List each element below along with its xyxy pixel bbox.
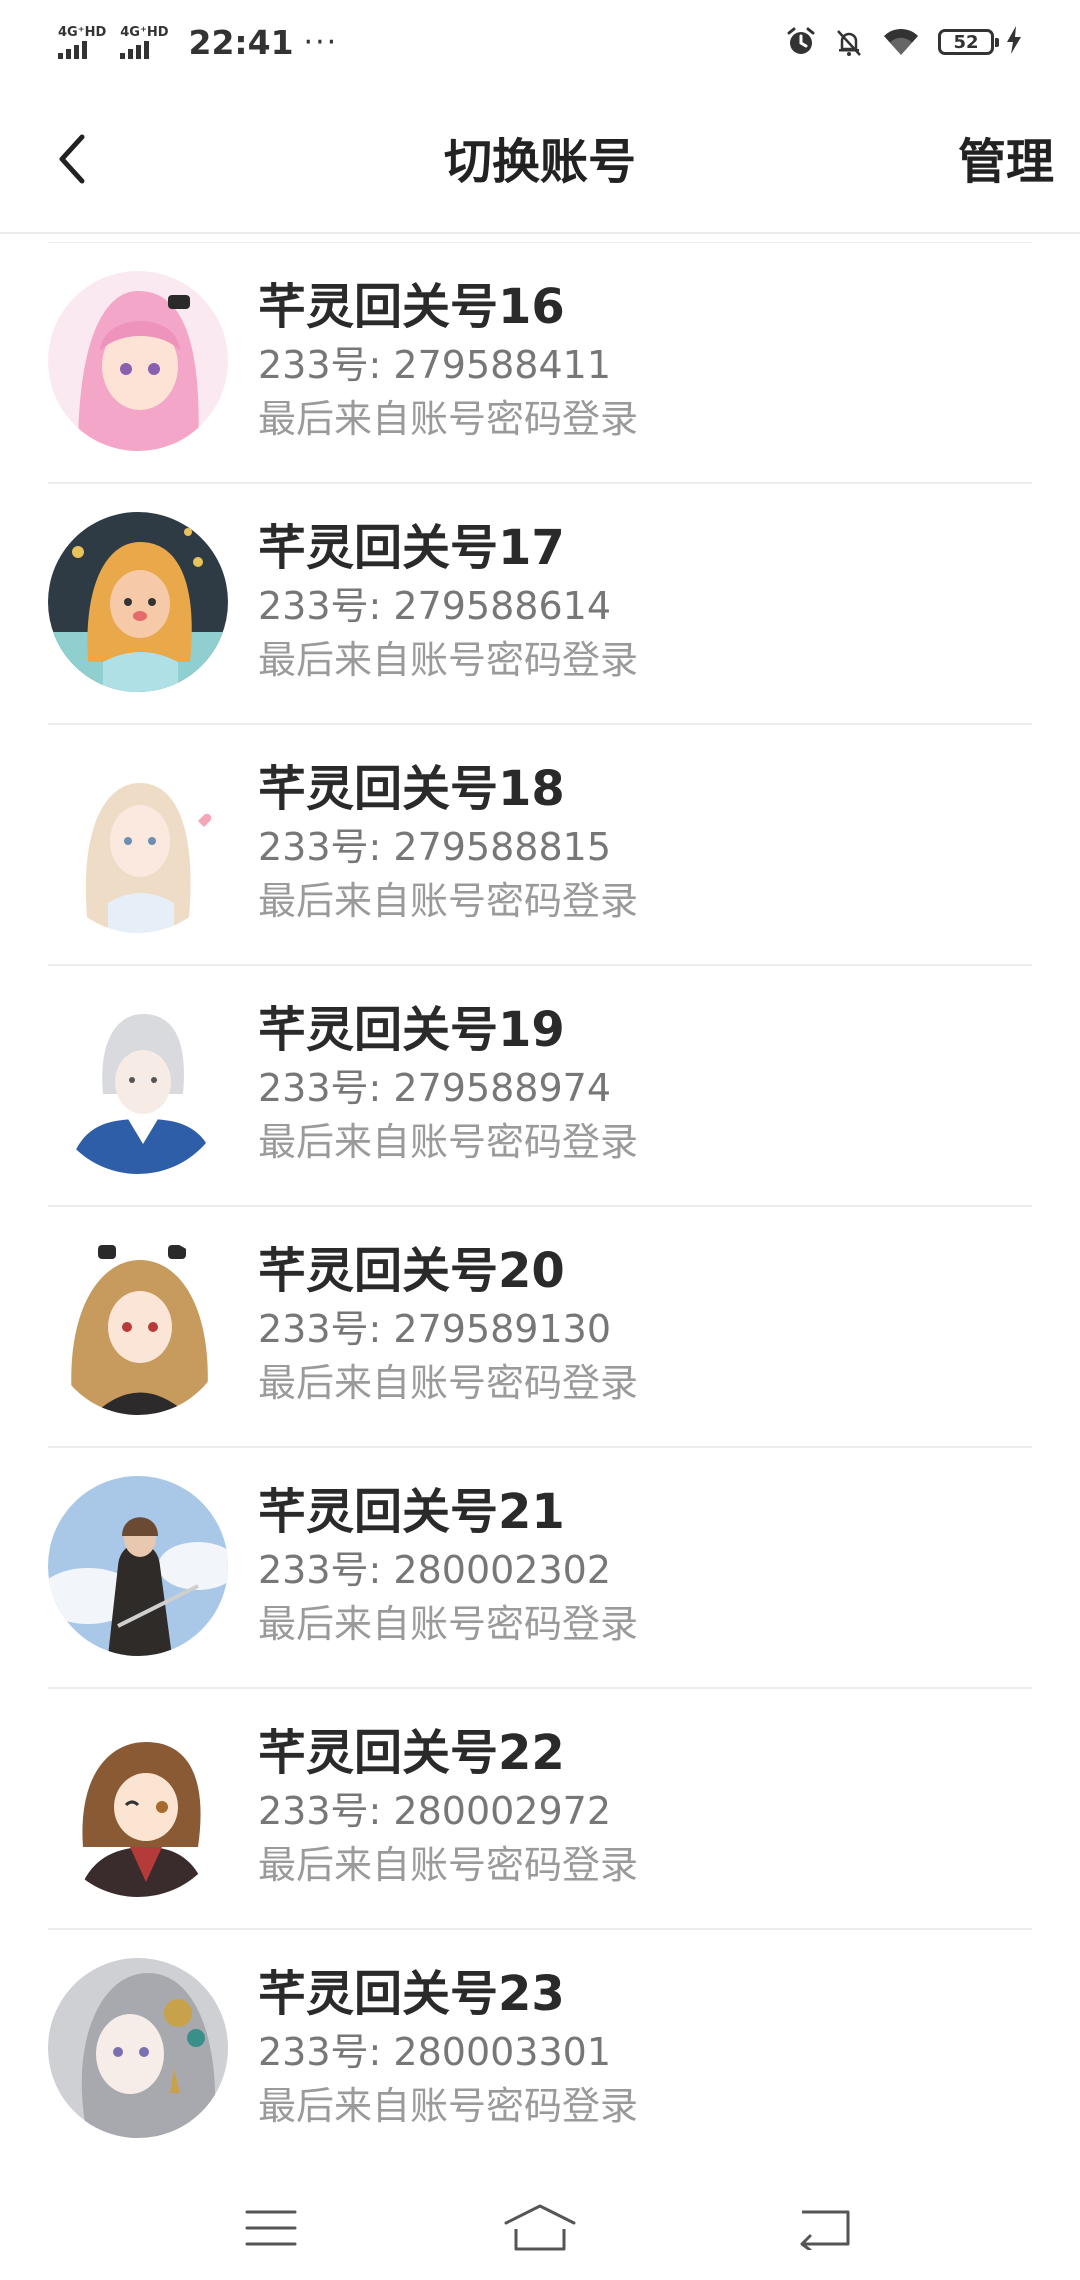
signal-icon: 4G⁺HD <box>58 26 106 59</box>
account-uid: 233号: 279588974 <box>258 1062 638 1114</box>
account-info: 芊灵回关号17 233号: 279588614 最后来自账号密码登录 <box>258 518 638 688</box>
account-uid: 233号: 279588815 <box>258 821 638 873</box>
account-name: 芊灵回关号21 <box>258 1484 565 1540</box>
mute-bell-icon <box>834 27 864 57</box>
account-uid: 233号: 279588411 <box>258 339 638 391</box>
status-bar: 4G⁺HD 4G⁺HD 22:41 ··· 52 <box>0 0 1080 84</box>
avatar <box>48 512 228 692</box>
signal-icon: 4G⁺HD <box>120 24 169 59</box>
back-nav-button[interactable] <box>784 2198 864 2258</box>
account-uid: 233号: 280003301 <box>258 2026 638 2078</box>
avatar <box>48 1476 228 1656</box>
account-row[interactable]: 芊灵回关号23 233号: 280003301 最后来自账号密码登录 <box>48 1930 1032 2171</box>
account-row[interactable]: 芊灵回关号18 233号: 279588815 最后来自账号密码登录 <box>48 725 1032 966</box>
back-icon <box>800 2210 850 2250</box>
app-header: 切换账号 管理 <box>0 84 1080 234</box>
uid-label: 233号: <box>258 1548 394 1592</box>
alarm-icon <box>786 27 816 57</box>
uid-value: 279588411 <box>393 343 612 387</box>
avatar <box>48 271 228 451</box>
uid-label: 233号: <box>258 584 394 628</box>
avatar <box>48 753 228 933</box>
uid-label: 233号: <box>258 343 394 387</box>
uid-value: 279589130 <box>393 1307 612 1351</box>
account-row[interactable]: 芊灵回关号20 233号: 279589130 最后来自账号密码登录 <box>48 1207 1032 1448</box>
account-name: 芊灵回关号23 <box>258 1966 565 2022</box>
account-name: 芊灵回关号18 <box>258 761 565 817</box>
avatar <box>48 1717 228 1897</box>
uid-value: 279588974 <box>393 1066 612 1110</box>
home-icon <box>504 2204 576 2251</box>
account-name: 芊灵回关号19 <box>258 1002 565 1058</box>
avatar <box>48 1958 228 2138</box>
last-login: 最后来自账号密码登录 <box>258 638 639 682</box>
account-uid: 233号: 280002302 <box>258 1544 638 1596</box>
account-uid: 233号: 279588614 <box>258 580 638 632</box>
account-info: 芊灵回关号19 233号: 279588974 最后来自账号密码登录 <box>258 1000 638 1170</box>
manage-button[interactable]: 管理 <box>958 122 1054 192</box>
account-list: 芊灵回关号16 233号: 279588411 最后来自账号密码登录 芊灵回关号… <box>48 242 1032 2171</box>
system-nav-bar <box>0 2180 1080 2280</box>
uid-value: 279588815 <box>393 825 612 869</box>
signal-label: 4G⁺HD <box>58 24 107 40</box>
status-bar-right: 52 <box>768 26 1022 58</box>
account-uid: 233号: 279589130 <box>258 1303 638 1355</box>
menu-icon <box>245 2210 297 2246</box>
avatar <box>48 994 228 1174</box>
charging-icon <box>1006 26 1022 58</box>
last-login: 最后来自账号密码登录 <box>258 1120 639 1164</box>
account-info: 芊灵回关号22 233号: 280002972 最后来自账号密码登录 <box>258 1723 638 1893</box>
account-info: 芊灵回关号21 233号: 280002302 最后来自账号密码登录 <box>258 1482 638 1652</box>
last-login: 最后来自账号密码登录 <box>258 879 639 923</box>
account-info: 芊灵回关号20 233号: 279589130 最后来自账号密码登录 <box>258 1241 638 1411</box>
account-row[interactable]: 芊灵回关号16 233号: 279588411 最后来自账号密码登录 <box>48 243 1032 484</box>
home-button[interactable] <box>500 2198 580 2258</box>
uid-value: 280003301 <box>393 2030 612 2074</box>
last-login: 最后来自账号密码登录 <box>258 1602 639 1646</box>
account-name: 芊灵回关号16 <box>258 279 565 335</box>
menu-button[interactable] <box>231 2198 311 2258</box>
uid-label: 233号: <box>258 2030 394 2074</box>
account-info: 芊灵回关号18 233号: 279588815 最后来自账号密码登录 <box>258 759 638 929</box>
account-info: 芊灵回关号16 233号: 279588411 最后来自账号密码登录 <box>258 277 638 447</box>
battery-icon: 52 <box>938 29 999 55</box>
signal-label: 4G⁺HD <box>120 24 169 40</box>
uid-label: 233号: <box>258 1307 394 1351</box>
uid-value: 280002972 <box>393 1789 612 1833</box>
clock: 22:41 <box>188 22 294 62</box>
last-login: 最后来自账号密码登录 <box>258 2084 639 2128</box>
avatar <box>48 1235 228 1415</box>
account-row[interactable]: 芊灵回关号21 233号: 280002302 最后来自账号密码登录 <box>48 1448 1032 1689</box>
account-row[interactable]: 芊灵回关号17 233号: 279588614 最后来自账号密码登录 <box>48 484 1032 725</box>
uid-label: 233号: <box>258 825 394 869</box>
more-notifications-icon: ··· <box>303 24 339 60</box>
account-uid: 233号: 280002972 <box>258 1785 638 1837</box>
account-row[interactable]: 芊灵回关号22 233号: 280002972 最后来自账号密码登录 <box>48 1689 1032 1930</box>
account-name: 芊灵回关号22 <box>258 1725 565 1781</box>
status-bar-left: 4G⁺HD 4G⁺HD 22:41 ··· <box>58 23 338 62</box>
last-login: 最后来自账号密码登录 <box>258 1361 639 1405</box>
uid-label: 233号: <box>258 1789 394 1833</box>
wifi-icon <box>882 27 920 57</box>
uid-value: 279588614 <box>393 584 612 628</box>
account-row[interactable]: 芊灵回关号19 233号: 279588974 最后来自账号密码登录 <box>48 966 1032 1207</box>
last-login: 最后来自账号密码登录 <box>258 397 639 441</box>
account-name: 芊灵回关号20 <box>258 1243 565 1299</box>
battery-level: 52 <box>953 31 979 53</box>
last-login: 最后来自账号密码登录 <box>258 1843 639 1887</box>
account-name: 芊灵回关号17 <box>258 520 565 576</box>
uid-label: 233号: <box>258 1066 394 1110</box>
page-title: 切换账号 <box>443 134 636 190</box>
account-info: 芊灵回关号23 233号: 280003301 最后来自账号密码登录 <box>258 1964 638 2134</box>
uid-value: 280002302 <box>393 1548 612 1592</box>
